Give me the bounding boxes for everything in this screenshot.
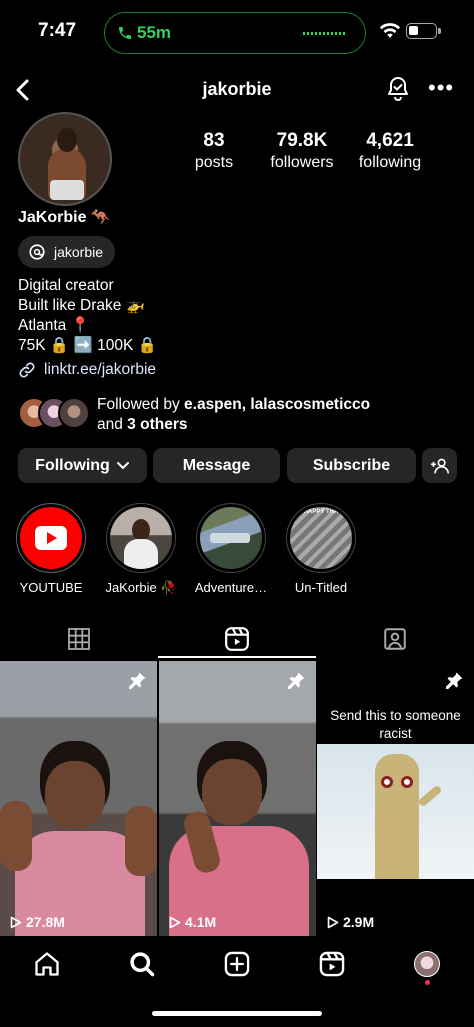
profile-full-name: JaKorbie 🦘 <box>18 209 111 226</box>
tab-tagged[interactable] <box>316 620 474 658</box>
subscribe-button-label: Subscribe <box>312 456 391 474</box>
message-button-label: Message <box>182 456 251 474</box>
mutual-followers-avatars[interactable] <box>18 397 90 431</box>
reel-views-value: 2.9M <box>343 914 375 930</box>
highlight-overlay-text: HAPPY THA <box>303 509 339 515</box>
followed-by-text[interactable]: Followed by e.aspen, lalascosmeticco and… <box>97 395 370 435</box>
highlight-jakorbie[interactable]: JaKorbie 🥀 <box>105 503 177 596</box>
active-tab-indicator <box>158 656 316 658</box>
highlight-youtube[interactable]: YOUTUBE <box>16 503 86 595</box>
threads-icon <box>29 244 45 260</box>
followed-by-prefix: Followed by <box>97 396 185 413</box>
nav-profile-avatar <box>414 951 440 977</box>
followed-by-others: 3 others <box>127 416 188 433</box>
reel-view-count: 27.8M <box>10 914 65 930</box>
highlight-adventure[interactable]: Adventure… <box>195 503 267 595</box>
reel-thumbnail[interactable]: 27.8M <box>0 661 157 936</box>
followers-label: followers <box>270 154 334 171</box>
followed-by-names: e.aspen, lalascosmeticco <box>184 396 371 413</box>
posts-count: 83 <box>203 130 225 151</box>
call-waveform <box>303 32 347 35</box>
mutual-avatar <box>58 397 90 429</box>
add-user-button[interactable] <box>422 448 457 483</box>
bio-line: Atlanta 📍 <box>18 317 90 334</box>
reels-nav-icon <box>319 951 345 977</box>
nav-home[interactable] <box>0 946 94 982</box>
following-button-label: Following <box>35 456 110 474</box>
battery-cap <box>438 28 441 34</box>
bio: Digital creator Built like Drake 🚁 Atlan… <box>18 276 157 356</box>
reel-view-count: 2.9M <box>327 914 374 930</box>
following-stat[interactable]: 4,621 following <box>352 130 428 172</box>
bio-line: Built like Drake 🚁 <box>18 297 145 314</box>
reels-icon <box>225 627 249 651</box>
grid-icon <box>68 628 90 650</box>
notification-bell-icon[interactable] <box>386 76 410 102</box>
play-icon <box>10 916 22 928</box>
bio-link[interactable]: linktr.ee/jakorbie <box>18 361 156 379</box>
bio-link-text: linktr.ee/jakorbie <box>44 361 157 378</box>
subscribe-button[interactable]: Subscribe <box>287 448 416 483</box>
threads-badge[interactable]: jakorbie <box>18 236 116 268</box>
nav-reels[interactable] <box>285 946 379 982</box>
bio-line: 75K 🔒 ➡️ 100K 🔒 <box>18 337 157 354</box>
message-button[interactable]: Message <box>153 448 280 483</box>
chevron-down-icon <box>116 461 129 469</box>
battery-icon <box>406 23 437 39</box>
following-button[interactable]: Following <box>18 448 147 483</box>
reel-views-value: 27.8M <box>26 914 65 930</box>
play-icon <box>169 916 181 928</box>
link-icon <box>19 362 35 378</box>
wifi-icon <box>379 23 401 38</box>
home-indicator <box>152 1011 322 1016</box>
nav-search[interactable] <box>95 946 189 982</box>
phone-icon <box>119 27 131 39</box>
pin-icon <box>446 672 463 689</box>
call-duration: 55m <box>137 23 172 42</box>
play-icon <box>327 916 339 928</box>
tab-reels[interactable] <box>158 620 316 658</box>
highlight-label: Un-Titled <box>294 580 348 595</box>
posts-stat[interactable]: 83 posts <box>183 130 245 172</box>
reel-thumbnail[interactable]: 4.1M <box>159 661 316 936</box>
bio-line: Digital creator <box>18 277 114 294</box>
reel-thumbnail[interactable]: Send this to someone racist 2.9M <box>317 661 474 936</box>
home-icon <box>35 952 59 976</box>
tagged-person-icon <box>384 628 406 650</box>
posts-label: posts <box>194 154 234 171</box>
nav-create[interactable] <box>190 946 284 982</box>
threads-handle: jakorbie <box>54 244 104 260</box>
search-icon <box>130 952 155 977</box>
following-label: following <box>358 154 422 171</box>
more-options-icon[interactable]: ••• <box>428 77 454 99</box>
nav-profile[interactable] <box>380 946 474 982</box>
pin-icon <box>129 672 146 689</box>
followed-by-and: and <box>97 416 128 433</box>
highlight-untitled[interactable]: HAPPY THA Un-Titled <box>286 503 356 595</box>
active-call-pill[interactable]: 55m <box>104 12 366 54</box>
pin-icon <box>288 672 305 689</box>
profile-avatar[interactable] <box>18 112 112 206</box>
notification-dot <box>425 980 430 985</box>
status-time: 7:47 <box>38 20 77 41</box>
followers-count: 79.8K <box>276 130 328 151</box>
followers-stat[interactable]: 79.8K followers <box>262 130 342 172</box>
reel-caption: Send this to someone racist <box>330 708 461 741</box>
add-user-icon <box>430 458 449 473</box>
following-count: 4,621 <box>366 130 414 151</box>
youtube-icon <box>35 526 67 550</box>
tab-posts-grid[interactable] <box>0 620 158 658</box>
plus-square-icon <box>224 951 250 977</box>
reel-views-value: 4.1M <box>185 914 217 930</box>
reel-view-count: 4.1M <box>169 914 216 930</box>
